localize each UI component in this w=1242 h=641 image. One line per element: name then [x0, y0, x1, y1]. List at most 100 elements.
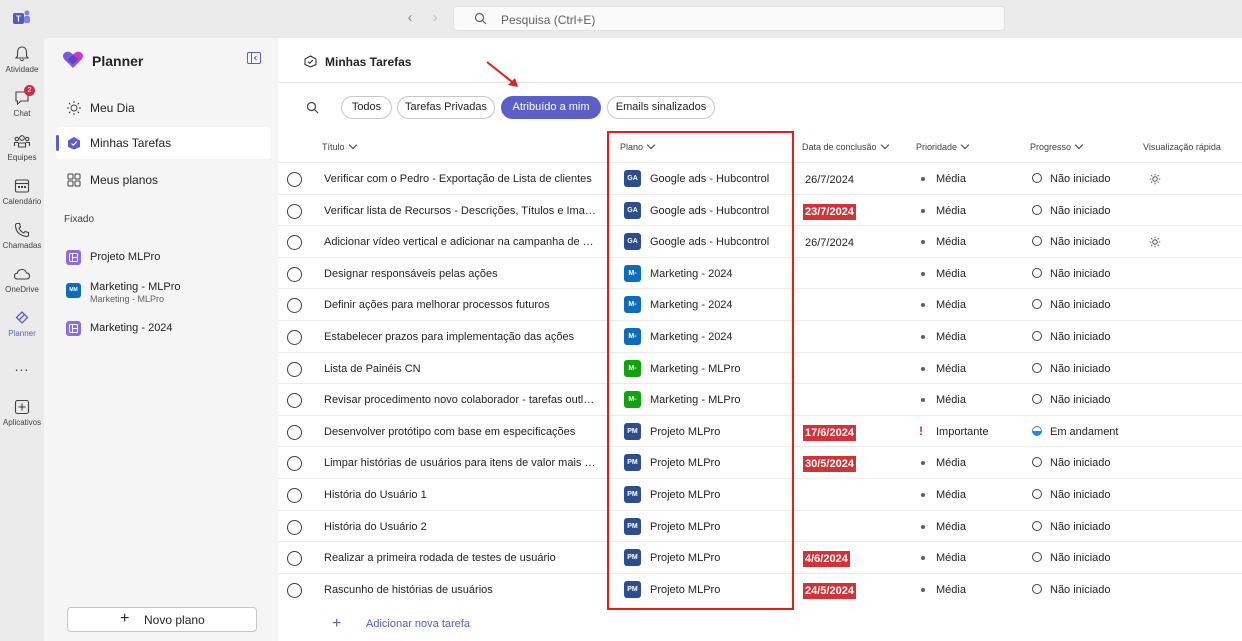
nav-item-my-tasks[interactable]: Minhas Tarefas: [56, 127, 271, 159]
back-icon[interactable]: ‹: [400, 8, 420, 28]
pinned-plan-projeto-mlpro[interactable]: Projeto MLPro: [64, 250, 264, 270]
rail-calendar[interactable]: Calendário: [0, 177, 44, 206]
rail-calls[interactable]: Chamadas: [0, 221, 44, 250]
progress-icon: [1032, 425, 1042, 436]
task-title[interactable]: Verificar lista de Recursos - Descrições…: [324, 205, 599, 217]
task-title[interactable]: Limpar histórias de usuários para itens …: [324, 457, 599, 469]
column-header-priority[interactable]: Prioridade: [916, 140, 970, 152]
quick-view-sun-icon[interactable]: [1149, 172, 1161, 190]
task-title[interactable]: Adicionar vídeo vertical e adicionar na …: [324, 236, 599, 248]
progress-label: Não iniciado: [1050, 267, 1111, 280]
filter-flagged-emails[interactable]: Emails sinalizados: [607, 96, 715, 119]
task-title[interactable]: História do Usuário 2: [324, 521, 599, 533]
complete-checkbox[interactable]: [287, 330, 302, 345]
medium-priority-icon: [921, 587, 925, 592]
search-placeholder: Pesquisa (Ctrl+E): [501, 13, 596, 27]
medium-priority-icon: [921, 177, 925, 181]
collapse-pane-icon[interactable]: [247, 52, 261, 64]
task-title[interactable]: Desenvolver protótipo com base em especi…: [324, 426, 599, 438]
column-header-progress[interactable]: Progresso: [1030, 140, 1084, 152]
pinned-plan-marketing-mlpro[interactable]: MM Marketing - MLPro Marketing - MLPro: [64, 280, 264, 308]
priority-label: Média: [936, 236, 966, 249]
pinned-plan-marketing-2024[interactable]: Marketing - 2024: [64, 321, 264, 341]
plan-board-icon: [66, 321, 81, 336]
complete-checkbox[interactable]: [287, 551, 302, 567]
medium-priority-icon: [921, 208, 925, 213]
filter-private-tasks[interactable]: Tarefas Privadas: [397, 96, 495, 119]
progress-icon: [1032, 267, 1042, 278]
progress-icon: [1032, 362, 1042, 373]
task-title[interactable]: Designar responsáveis pelas ações: [324, 268, 599, 280]
complete-checkbox[interactable]: [287, 488, 302, 503]
task-title[interactable]: Revisar procedimento novo colaborador - …: [324, 394, 599, 406]
complete-checkbox[interactable]: [287, 172, 302, 187]
nav-item-my-plans[interactable]: Meus planos: [56, 164, 271, 196]
quick-view-sun-icon[interactable]: [1149, 235, 1161, 253]
medium-priority-icon: [921, 556, 925, 561]
progress-icon: [1032, 299, 1042, 310]
progress-icon: [1032, 204, 1042, 215]
new-plan-button[interactable]: + Novo plano: [67, 607, 257, 632]
task-title[interactable]: História do Usuário 1: [324, 489, 599, 501]
plus-icon: +: [332, 615, 342, 632]
priority-label: Importante: [936, 425, 989, 438]
complete-checkbox[interactable]: [287, 361, 302, 377]
rail-activity[interactable]: Atividade: [0, 45, 44, 74]
progress-label: Não iniciado: [1050, 173, 1111, 185]
search-icon[interactable]: [306, 101, 319, 114]
progress-label: Não iniciado: [1050, 331, 1111, 343]
rail-teams[interactable]: Equipes: [0, 133, 44, 162]
forward-icon[interactable]: ›: [425, 8, 445, 28]
rail-onedrive[interactable]: OneDrive: [0, 265, 44, 294]
task-title[interactable]: Rascunho de histórias de usuários: [324, 584, 599, 596]
priority-label: Média: [936, 489, 966, 501]
filter-all[interactable]: Todos: [341, 96, 392, 119]
progress-label: Em andament: [1050, 425, 1119, 438]
complete-checkbox[interactable]: [287, 298, 302, 314]
progress-icon: [1032, 173, 1042, 183]
nav-item-my-day[interactable]: Meu Dia: [56, 92, 271, 124]
progress-icon: [1032, 552, 1042, 563]
progress-label: Não iniciado: [1050, 583, 1111, 596]
complete-checkbox[interactable]: [287, 266, 302, 282]
medium-priority-icon: [921, 524, 925, 529]
progress-label: Não iniciado: [1050, 362, 1111, 375]
progress-icon: [1032, 394, 1042, 405]
title-bar: T ‹ › Pesquisa (Ctrl+E): [0, 0, 1242, 38]
due-date: 26/7/2024: [805, 174, 854, 186]
filter-assigned-to-me[interactable]: Atribuído a mim: [501, 96, 601, 119]
grid-icon: [67, 173, 81, 187]
complete-checkbox[interactable]: [287, 519, 302, 535]
task-title[interactable]: Estabelecer prazos para implementação da…: [324, 331, 599, 343]
priority-label: Média: [936, 331, 966, 343]
search-input[interactable]: Pesquisa (Ctrl+E): [453, 6, 1005, 31]
rail-more[interactable]: ...: [0, 358, 44, 374]
tasks-icon: [68, 137, 80, 150]
task-title[interactable]: Realizar a primeira rodada de testes de …: [324, 552, 599, 564]
complete-checkbox[interactable]: [287, 424, 302, 440]
planner-title: Planner: [92, 53, 144, 69]
complete-checkbox[interactable]: [287, 235, 302, 251]
plan-column-highlight: [607, 131, 794, 610]
priority-label: Média: [936, 394, 966, 407]
task-title[interactable]: Verificar com o Pedro - Exportação de Li…: [324, 173, 599, 185]
teams-logo-icon[interactable]: T: [12, 9, 32, 27]
phone-icon: [14, 222, 30, 238]
progress-icon: [1032, 583, 1042, 594]
complete-checkbox[interactable]: [287, 456, 302, 472]
chevron-down-icon: [1074, 140, 1084, 150]
rail-planner[interactable]: Planner: [0, 309, 44, 338]
complete-checkbox[interactable]: [287, 582, 302, 598]
priority-label: Média: [936, 362, 966, 375]
column-header-due[interactable]: Data de conclusão: [802, 140, 889, 152]
column-header-title[interactable]: Título: [322, 140, 357, 152]
rail-apps[interactable]: Aplicativos: [0, 398, 44, 427]
task-title[interactable]: Definir ações para melhorar processos fu…: [324, 299, 599, 311]
complete-checkbox[interactable]: [287, 203, 302, 219]
priority-label: Média: [936, 583, 966, 596]
rail-chat[interactable]: 2 Chat: [0, 85, 44, 118]
task-title[interactable]: Lista de Painéis CN: [324, 363, 599, 375]
progress-label: Não iniciado: [1050, 489, 1111, 501]
app-rail: Atividade 2 Chat Equipes Calendário Cham…: [0, 38, 44, 641]
complete-checkbox[interactable]: [287, 393, 302, 409]
